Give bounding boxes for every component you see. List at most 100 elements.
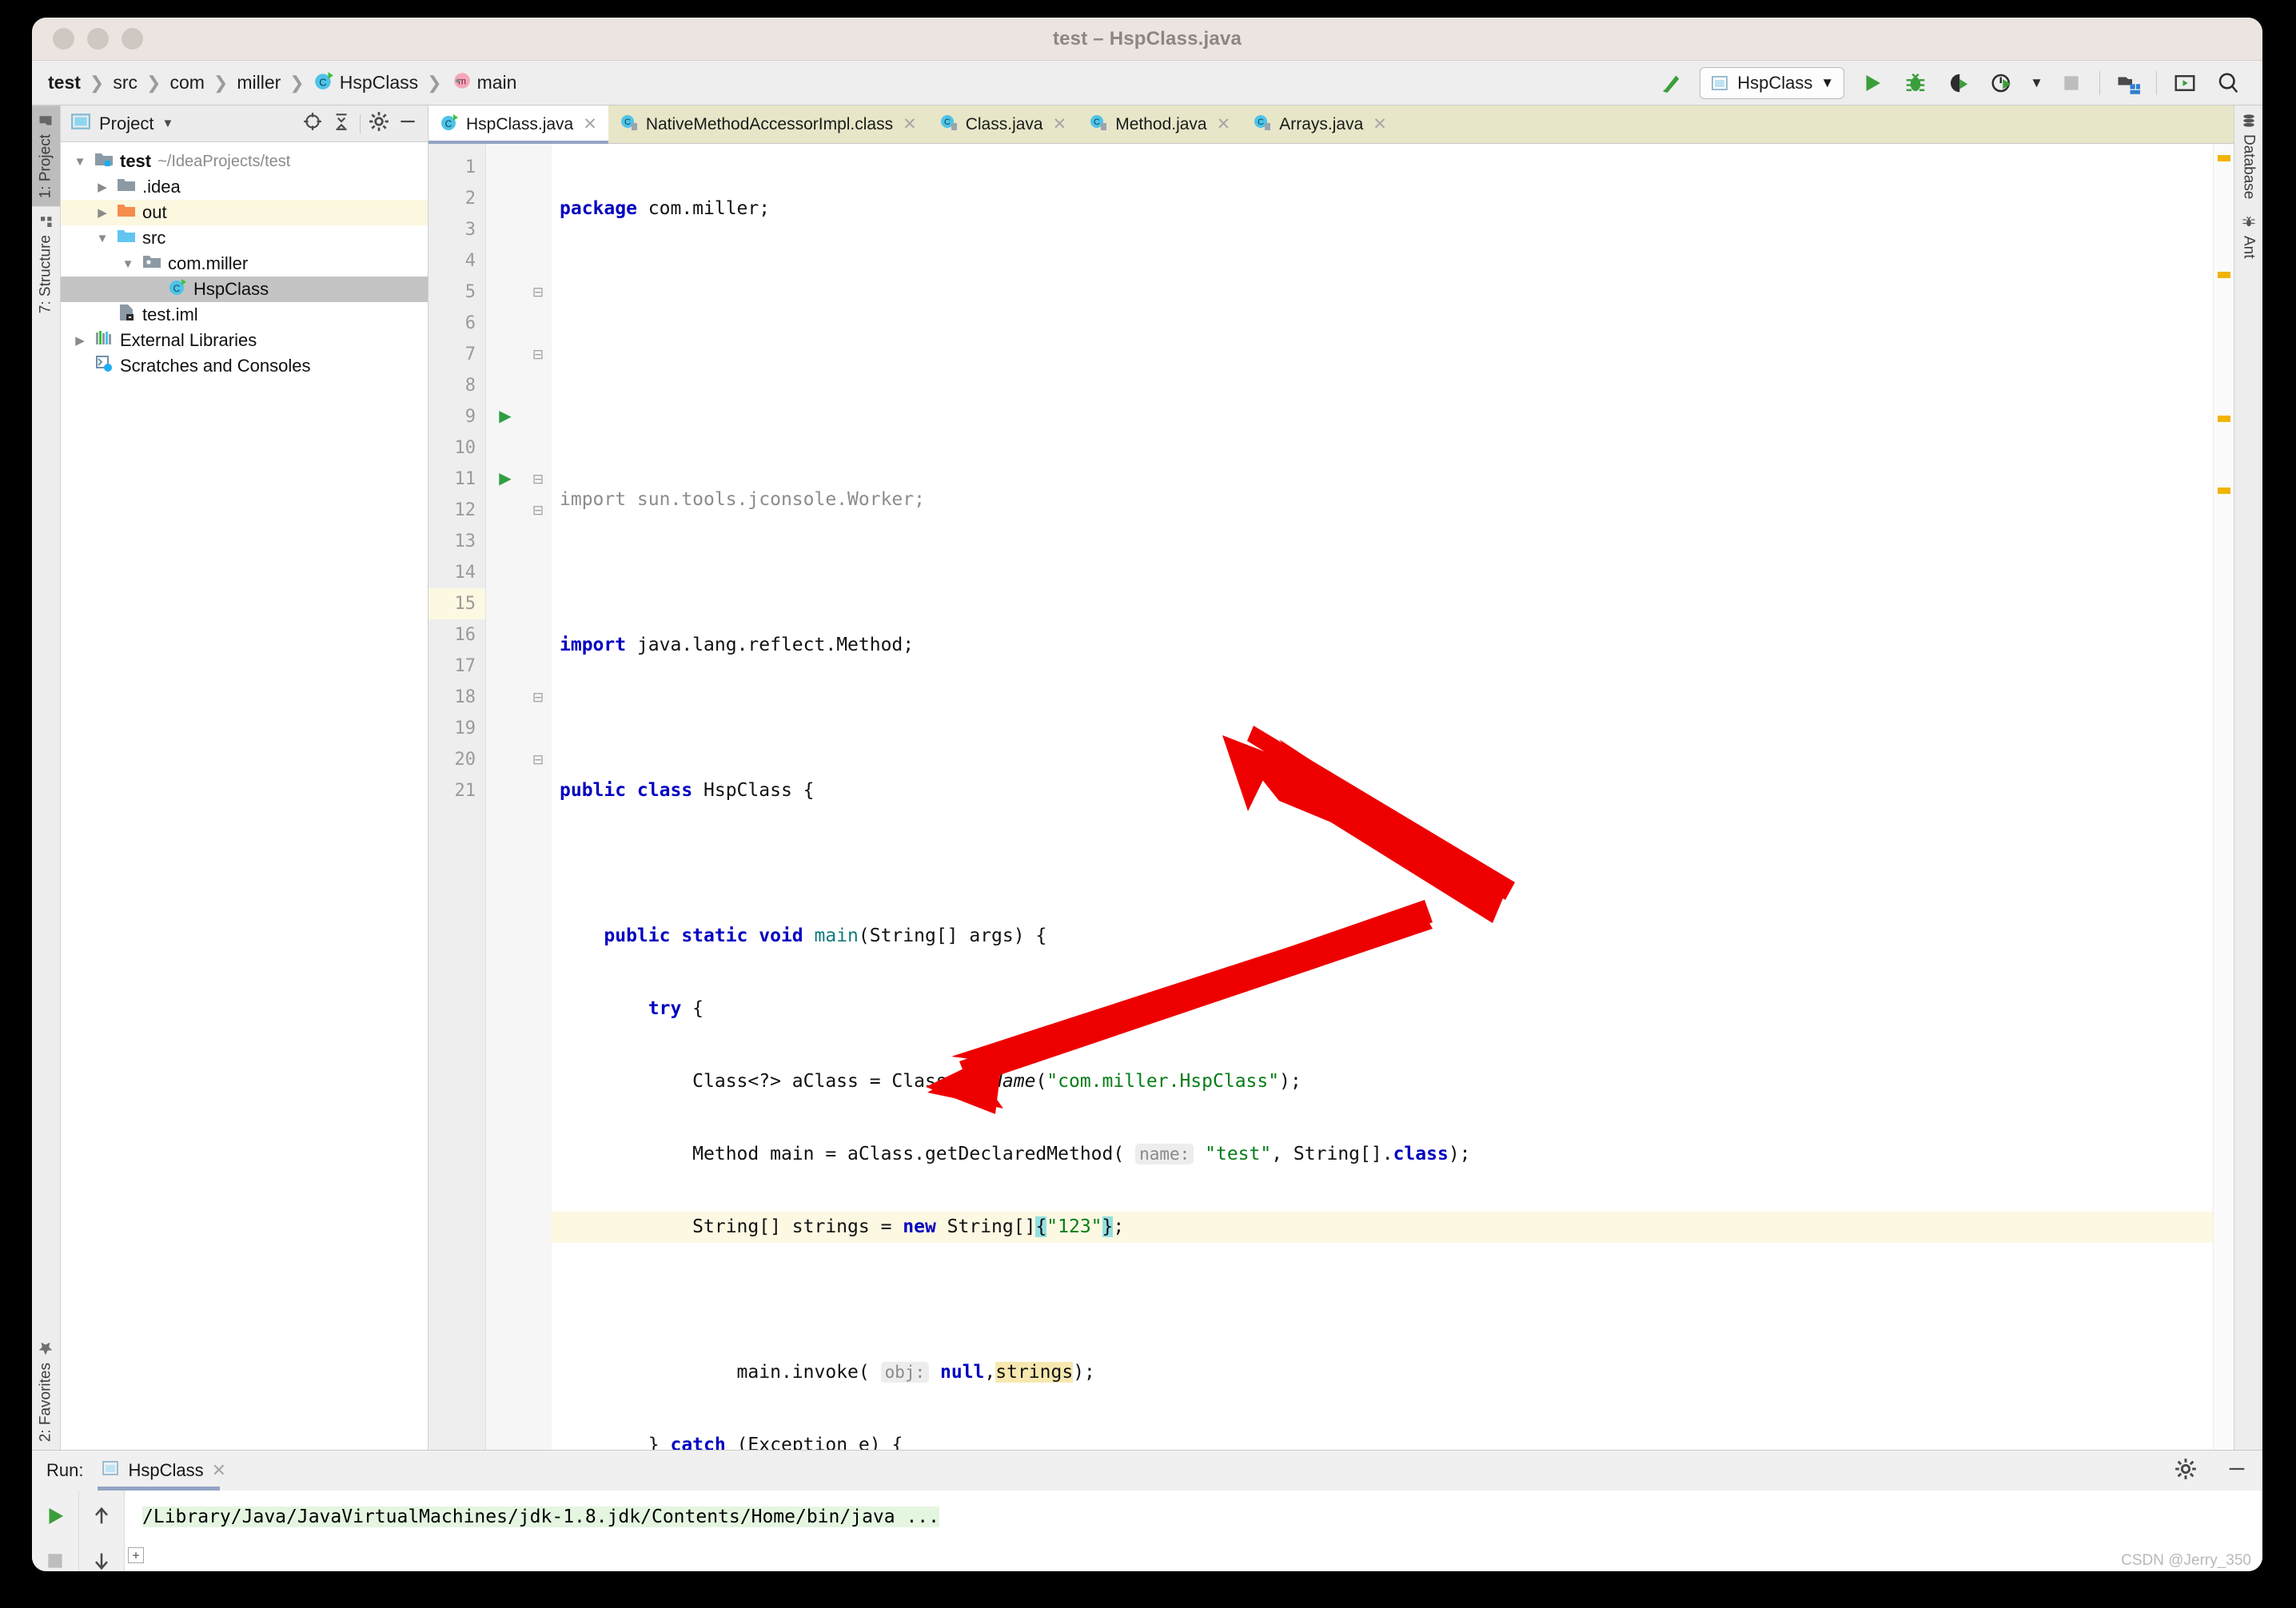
search-icon[interactable] bbox=[2213, 68, 2243, 98]
breadcrumb-item-src[interactable]: src bbox=[108, 70, 142, 95]
code-line-1: package com.miller; bbox=[552, 193, 2213, 225]
tab-class-java[interactable]: C Class.java ✕ bbox=[928, 105, 1078, 143]
stripe-mark-warning[interactable] bbox=[2218, 416, 2230, 422]
run-console-output[interactable]: /Library/Java/JavaVirtualMachines/jdk-1.… bbox=[125, 1491, 2262, 1571]
profiler-icon[interactable] bbox=[1987, 68, 2017, 98]
sidebar-item-project[interactable]: 1: Project bbox=[32, 105, 60, 206]
run-tab-hspclass[interactable]: HspClass ✕ bbox=[98, 1451, 231, 1491]
editor-area: C HspClass.java ✕ C NativeMethodAccessor… bbox=[429, 105, 2234, 1450]
code-content[interactable]: package com.miller; import sun.tools.jco… bbox=[552, 144, 2213, 1450]
run-marker-gutter[interactable]: ▶ ▶ bbox=[486, 144, 524, 1450]
sidebar-item-structure[interactable]: 7: Structure bbox=[32, 206, 60, 321]
rerun-icon[interactable] bbox=[39, 1500, 71, 1532]
stripe-mark-warning[interactable] bbox=[2218, 155, 2230, 161]
down-arrow-icon[interactable] bbox=[86, 1545, 118, 1571]
close-icon[interactable]: ✕ bbox=[903, 114, 917, 134]
folder-orange-icon bbox=[117, 201, 136, 225]
breadcrumb-item-hspclass[interactable]: C HspClass bbox=[309, 69, 423, 98]
line-number: 14 bbox=[429, 557, 485, 588]
gear-icon[interactable] bbox=[2174, 1458, 2197, 1484]
twisty-icon[interactable]: ▶ bbox=[94, 205, 110, 220]
breadcrumb-label: miller bbox=[237, 72, 281, 94]
sidebar-item-label: Ant bbox=[2240, 236, 2258, 259]
project-tree[interactable]: ▼ test ~/IdeaProjects/test ▶ .idea ▶ out… bbox=[61, 142, 428, 1450]
run-icon[interactable] bbox=[1857, 68, 1887, 98]
hide-icon[interactable] bbox=[397, 111, 418, 136]
breadcrumb-item-test[interactable]: test bbox=[43, 70, 86, 95]
close-icon[interactable]: ✕ bbox=[1373, 114, 1387, 134]
fold-end-icon[interactable]: ⊟ bbox=[524, 744, 552, 775]
close-icon[interactable]: ✕ bbox=[1053, 114, 1067, 134]
code-editor[interactable]: 1 2 3 4 5 6 7 8 9 10 11 12 13 14 15 16 1 bbox=[429, 144, 2234, 1450]
navigation-bar: test ❯ src ❯ com ❯ miller ❯ C HspClass ❯… bbox=[32, 61, 2262, 105]
run-with-coverage-icon[interactable] bbox=[1943, 68, 1974, 98]
tab-hspclass-java[interactable]: C HspClass.java ✕ bbox=[429, 105, 608, 143]
close-icon[interactable]: ✕ bbox=[212, 1460, 226, 1481]
close-icon[interactable]: ✕ bbox=[583, 114, 597, 134]
gear-icon[interactable] bbox=[369, 111, 389, 136]
collapse-all-icon[interactable] bbox=[331, 111, 352, 136]
locate-icon[interactable] bbox=[302, 111, 323, 136]
chevron-down-icon[interactable]: ▼ bbox=[2030, 75, 2043, 91]
up-arrow-icon[interactable] bbox=[86, 1500, 118, 1532]
twisty-icon[interactable]: ▶ bbox=[72, 333, 88, 348]
tree-node-test-iml[interactable]: test.iml bbox=[61, 302, 428, 328]
stripe-mark-warning[interactable] bbox=[2218, 272, 2230, 278]
debug-icon[interactable] bbox=[1900, 68, 1931, 98]
attach-icon[interactable] bbox=[2113, 68, 2143, 98]
tree-node-src[interactable]: ▼ src bbox=[61, 225, 428, 251]
tree-node-label: src bbox=[142, 228, 165, 249]
tree-node-out[interactable]: ▶ out bbox=[61, 200, 428, 225]
fold-imports-icon[interactable]: ⊟ bbox=[524, 277, 552, 308]
stripe-mark-caret[interactable] bbox=[2218, 488, 2230, 494]
tree-node-test[interactable]: ▼ test ~/IdeaProjects/test bbox=[61, 149, 428, 174]
code-line-14: Method main = aClass.getDeclaredMethod( … bbox=[552, 1139, 2213, 1170]
fold-imports-icon[interactable]: ⊟ bbox=[524, 339, 552, 370]
tab-nativemethodaccessorimpl-class[interactable]: C NativeMethodAccessorImpl.class ✕ bbox=[608, 105, 928, 143]
twisty-icon[interactable]: ▼ bbox=[72, 155, 88, 169]
twisty-icon[interactable]: ▼ bbox=[94, 232, 110, 245]
build-icon[interactable] bbox=[1656, 68, 1687, 98]
fold-catch-icon[interactable]: ⊟ bbox=[524, 682, 552, 713]
tab-method-java[interactable]: C Method.java ✕ bbox=[1078, 105, 1242, 143]
stop-icon[interactable] bbox=[39, 1545, 71, 1571]
twisty-icon[interactable]: ▼ bbox=[120, 257, 136, 271]
run-class-gutter-icon[interactable]: ▶ bbox=[486, 401, 524, 432]
breadcrumb-item-miller[interactable]: miller bbox=[232, 70, 285, 95]
code-line-7: import java.lang.reflect.Method; bbox=[552, 630, 2213, 661]
tree-node-com-miller[interactable]: ▼ com.miller bbox=[61, 251, 428, 277]
console-line-exception: + java.lang.IllegalArgumentException: ar… bbox=[125, 1536, 2262, 1571]
editor-error-stripe[interactable] bbox=[2213, 144, 2234, 1450]
fold-slot bbox=[524, 775, 552, 806]
tab-arrays-java[interactable]: C Arrays.java ✕ bbox=[1242, 105, 1398, 143]
tree-node-scratches[interactable]: Scratches and Consoles bbox=[61, 353, 428, 379]
minimize-icon[interactable] bbox=[2226, 1458, 2248, 1484]
twisty-icon[interactable]: ▶ bbox=[94, 180, 110, 194]
breadcrumb-item-main[interactable]: m main bbox=[446, 69, 522, 98]
breadcrumb-separator: ❯ bbox=[211, 73, 230, 94]
presentation-icon[interactable] bbox=[2170, 68, 2200, 98]
sidebar-item-favorites[interactable]: 2: Favorites bbox=[32, 1332, 60, 1450]
tree-node-hspclass[interactable]: C HspClass bbox=[61, 277, 428, 302]
run-method-gutter-icon[interactable]: ▶ bbox=[486, 464, 524, 495]
run-configuration-selector[interactable]: HspClass ▼ bbox=[1700, 67, 1844, 99]
fold-try-icon[interactable]: ⊟ bbox=[524, 495, 552, 526]
svg-text:C: C bbox=[944, 117, 951, 127]
breadcrumb-item-com[interactable]: com bbox=[165, 70, 209, 95]
stacktrace-expander-icon[interactable]: + bbox=[128, 1547, 144, 1563]
fold-method-icon[interactable]: ⊟ bbox=[524, 464, 552, 495]
sidebar-item-ant[interactable]: Ant bbox=[2234, 207, 2262, 267]
svg-text:C: C bbox=[624, 117, 631, 127]
sidebar-item-database[interactable]: Database bbox=[2234, 105, 2262, 207]
gutter-slot bbox=[486, 370, 524, 401]
chevron-down-icon: ▼ bbox=[1820, 75, 1834, 91]
tree-node-idea[interactable]: ▶ .idea bbox=[61, 174, 428, 200]
breadcrumb-separator: ❯ bbox=[287, 73, 306, 94]
class-file-icon: C bbox=[620, 113, 639, 137]
close-icon[interactable]: ✕ bbox=[1217, 114, 1231, 134]
code-folding-gutter[interactable]: ⊟ ⊟ ⊟ ⊟ ⊟ ⊟ bbox=[524, 144, 552, 1450]
chevron-down-icon[interactable]: ▼ bbox=[161, 117, 173, 130]
iml-icon bbox=[117, 303, 136, 327]
tree-node-external-libraries[interactable]: ▶ External Libraries bbox=[61, 328, 428, 353]
watermark: CSDN @Jerry_350 bbox=[2121, 1552, 2251, 1570]
